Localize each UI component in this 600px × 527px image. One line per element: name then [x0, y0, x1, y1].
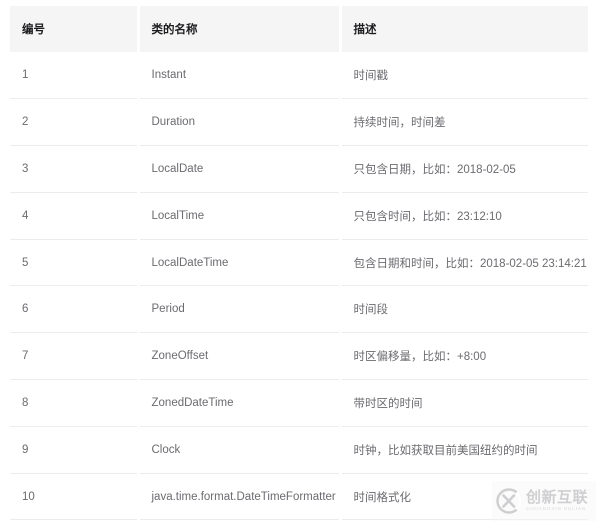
- column-header-number: 编号: [10, 6, 140, 52]
- cell-class-name-text: ZoneOffset: [151, 350, 209, 363]
- cell-description: 时区偏移量，比如：+8:00: [340, 332, 588, 381]
- cell-class-name: java.time.format.DateTimeFormatter: [138, 473, 342, 521]
- cell-description-text: 时区偏移量，比如：+8:00: [353, 351, 487, 364]
- cell-number: 9: [10, 426, 140, 474]
- table-row: 5 LocalDateTime 包含日期和时间，比如：2018-02-05 23…: [10, 239, 588, 287]
- cell-number-text: 9: [22, 443, 29, 456]
- cell-number-text: 5: [22, 256, 29, 269]
- column-header-class-name-label: 类的名称: [151, 24, 198, 36]
- cell-description-text: 持续时间，时间差: [353, 117, 446, 130]
- cell-class-name: ZonedDateTime: [138, 379, 342, 427]
- cell-class-name: LocalDate: [138, 145, 342, 193]
- cell-description: 只包含时间，比如：23:12:10: [340, 192, 588, 240]
- cell-number: 3: [10, 145, 140, 193]
- cell-number-text: 10: [22, 490, 35, 503]
- table-row: 7 ZoneOffset 时区偏移量，比如：+8:00: [10, 332, 588, 381]
- cell-description: 持续时间，时间差: [340, 98, 588, 147]
- cell-description: 带时区的时间: [340, 379, 588, 427]
- cell-number: 6: [10, 285, 140, 334]
- column-header-description: 描述: [340, 6, 588, 52]
- cell-class-name: LocalDateTime: [138, 239, 342, 287]
- cell-number: 2: [10, 98, 140, 147]
- cell-number-text: 7: [22, 350, 29, 363]
- cell-number-text: 6: [22, 303, 29, 316]
- cell-class-name: Duration: [138, 98, 342, 147]
- table-header: 编号 类的名称 描述: [10, 6, 588, 52]
- cell-class-name-text: LocalDateTime: [151, 256, 229, 269]
- cell-number: 10: [10, 473, 140, 521]
- cell-class-name: Instant: [138, 52, 342, 100]
- table-row: 1 Instant 时间戳: [10, 52, 588, 100]
- cell-description: 只包含日期，比如：2018-02-05: [340, 145, 588, 193]
- cell-class-name-text: Duration: [151, 116, 195, 129]
- cell-number-text: 8: [22, 396, 29, 409]
- cell-class-name: Period: [138, 285, 342, 334]
- table-row: 9 Clock 时钟，比如获取目前美国纽约的时间: [10, 426, 588, 474]
- cell-number-text: 4: [22, 209, 29, 222]
- cell-description-text: 只包含日期，比如：2018-02-05: [353, 163, 516, 176]
- cell-description-text: 时钟，比如获取目前美国纽约的时间: [353, 444, 538, 457]
- table-row: 3 LocalDate 只包含日期，比如：2018-02-05: [10, 145, 588, 193]
- cell-class-name-text: LocalTime: [151, 209, 205, 222]
- cell-description-text: 带时区的时间: [353, 397, 423, 410]
- cell-number: 5: [10, 239, 140, 287]
- cell-description-text: 时间格式化: [353, 491, 412, 504]
- column-header-class-name: 类的名称: [138, 6, 342, 52]
- cell-description: 时间戳: [340, 52, 588, 100]
- cell-description: 时间格式化: [340, 473, 588, 521]
- cell-class-name: LocalTime: [138, 192, 342, 240]
- cell-description-text: 时间段: [353, 304, 389, 317]
- cell-number-text: 2: [22, 116, 29, 129]
- cell-number: 4: [10, 192, 140, 240]
- cell-description: 时间段: [340, 285, 588, 334]
- table-body: 1 Instant 时间戳 2 Duration 持续时间，时间差 3 Loca…: [10, 52, 588, 521]
- cell-number-text: 3: [22, 162, 29, 175]
- cell-class-name-text: Instant: [151, 69, 187, 82]
- table-container: 编号 类的名称 描述 1 Instant 时间戳 2 Duration 持续时间…: [10, 6, 588, 521]
- table-row: 2 Duration 持续时间，时间差: [10, 98, 588, 147]
- class-reference-table: 编号 类的名称 描述 1 Instant 时间戳 2 Duration 持续时间…: [10, 6, 588, 521]
- cell-number: 8: [10, 379, 140, 427]
- cell-number: 7: [10, 332, 140, 381]
- column-header-description-label: 描述: [353, 24, 377, 36]
- cell-class-name-text: LocalDate: [151, 162, 204, 175]
- cell-number: 1: [10, 52, 140, 100]
- cell-description-text: 时间戳: [353, 70, 389, 83]
- table-row: 6 Period 时间段: [10, 285, 588, 334]
- cell-class-name: ZoneOffset: [138, 332, 342, 381]
- cell-class-name-text: Clock: [151, 443, 181, 456]
- cell-description-text: 包含日期和时间，比如：2018-02-05 23:14:21: [353, 257, 587, 270]
- table-row: 10 java.time.format.DateTimeFormatter 时间…: [10, 473, 588, 521]
- column-header-number-label: 编号: [22, 24, 45, 36]
- cell-description: 时钟，比如获取目前美国纽约的时间: [340, 426, 588, 474]
- cell-class-name: Clock: [138, 426, 342, 474]
- table-row: 4 LocalTime 只包含时间，比如：23:12:10: [10, 192, 588, 240]
- cell-class-name-text: Period: [151, 303, 185, 316]
- cell-description: 包含日期和时间，比如：2018-02-05 23:14:21: [340, 239, 588, 287]
- table-header-row: 编号 类的名称 描述: [10, 6, 588, 52]
- cell-class-name-text: java.time.format.DateTimeFormatter: [151, 490, 336, 503]
- cell-class-name-text: ZonedDateTime: [151, 396, 234, 409]
- cell-number-text: 1: [22, 69, 29, 82]
- cell-description-text: 只包含时间，比如：23:12:10: [353, 210, 502, 223]
- table-row: 8 ZonedDateTime 带时区的时间: [10, 379, 588, 427]
